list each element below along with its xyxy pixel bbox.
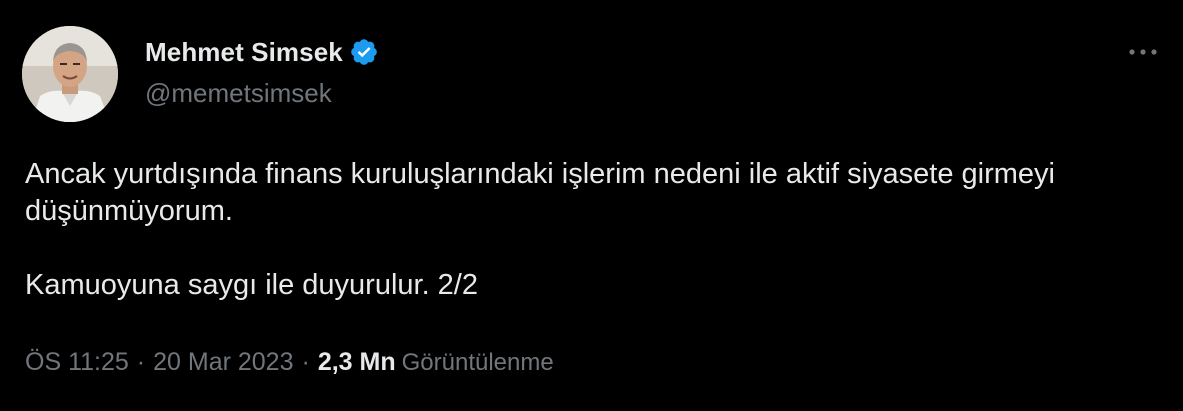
author-display-name[interactable]: Mehmet Simsek — [145, 37, 343, 68]
tweet-time[interactable]: ÖS 11:25 — [25, 348, 129, 377]
tweet-metadata: ÖS 11:25 · 20 Mar 2023 · 2,3 Mn Görüntül… — [25, 348, 554, 377]
tweet-text: Ancak yurtdışında finans kuruluşlarındak… — [25, 158, 1055, 301]
verified-badge-icon[interactable] — [349, 37, 379, 67]
tweet-card: Mehmet Simsek @memetsimsek Ancak yurtdış… — [0, 0, 1183, 411]
avatar[interactable] — [22, 26, 118, 122]
tweet-date[interactable]: 20 Mar 2023 — [153, 348, 293, 377]
author-name-row[interactable]: Mehmet Simsek — [145, 36, 379, 68]
avatar-photo — [22, 26, 118, 122]
views-label[interactable]: Görüntülenme — [402, 349, 554, 377]
more-horizontal-icon — [1129, 49, 1157, 55]
meta-separator: · — [136, 348, 146, 376]
views-count[interactable]: 2,3 Mn — [318, 348, 396, 377]
more-options-button[interactable] — [1123, 38, 1163, 66]
meta-separator: · — [301, 348, 310, 376]
author-handle[interactable]: @memetsimsek — [145, 78, 332, 109]
